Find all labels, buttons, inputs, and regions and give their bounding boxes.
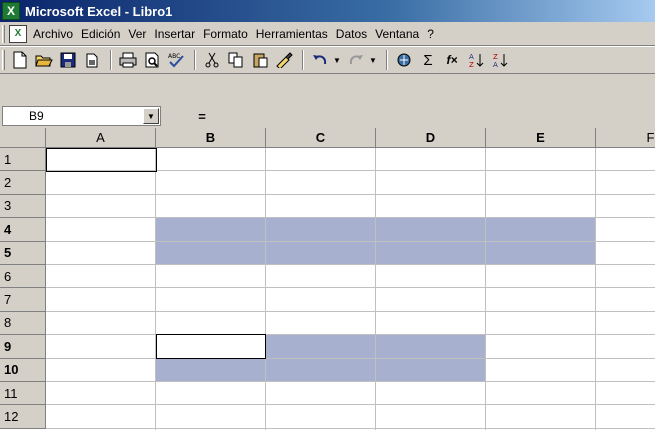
menu-ventana[interactable]: Ventana bbox=[375, 27, 419, 41]
svg-text:A: A bbox=[493, 61, 498, 68]
standard-toolbar: ABC ▼ ▼ Σ f× AZ ZA bbox=[0, 46, 655, 74]
column-header-f[interactable]: F bbox=[596, 128, 655, 148]
row-gridline bbox=[46, 217, 655, 219]
paste-icon[interactable] bbox=[249, 49, 271, 71]
row-gridline bbox=[46, 334, 655, 336]
svg-text:Z: Z bbox=[493, 53, 498, 61]
redo-dropdown-icon[interactable]: ▼ bbox=[369, 56, 379, 65]
open-icon[interactable] bbox=[33, 49, 55, 71]
row-header-10[interactable]: 10 bbox=[0, 358, 46, 382]
menu-datos[interactable]: Datos bbox=[336, 27, 367, 41]
name-box-value: B9 bbox=[29, 109, 44, 123]
column-header-b[interactable]: B bbox=[156, 128, 266, 148]
autosum-icon[interactable]: Σ bbox=[417, 49, 439, 71]
menubar-grip[interactable] bbox=[2, 24, 5, 43]
row-header-1[interactable]: 1 bbox=[0, 148, 46, 172]
row-header-8[interactable]: 8 bbox=[0, 311, 46, 336]
menu-insertar[interactable]: Insertar bbox=[154, 27, 195, 41]
title-bar: X Microsoft Excel - Libro1 bbox=[0, 0, 655, 22]
row-gridline bbox=[46, 427, 655, 429]
format-painter-icon[interactable] bbox=[273, 49, 295, 71]
excel-app-icon[interactable]: X bbox=[2, 2, 20, 20]
row-header-2[interactable]: 2 bbox=[0, 171, 46, 195]
row-header-7[interactable]: 7 bbox=[0, 288, 46, 312]
row-gridline bbox=[46, 287, 655, 289]
document-icon[interactable]: X bbox=[9, 24, 27, 43]
formula-input[interactable] bbox=[244, 106, 653, 126]
row-header-9[interactable]: 9 bbox=[0, 335, 46, 359]
row-header-5[interactable]: 5 bbox=[0, 241, 46, 265]
toolbar-separator bbox=[386, 50, 388, 70]
row-header-12[interactable]: 12 bbox=[0, 405, 46, 429]
active-cell-b9[interactable] bbox=[156, 334, 266, 359]
menu-herramientas[interactable]: Herramientas bbox=[256, 27, 328, 41]
new-icon[interactable] bbox=[9, 49, 31, 71]
toolbar-separator bbox=[194, 50, 196, 70]
row-header-6[interactable]: 6 bbox=[0, 265, 46, 289]
spelling-icon[interactable]: ABC bbox=[165, 49, 187, 71]
column-gridline bbox=[375, 148, 376, 430]
permission-icon[interactable] bbox=[81, 49, 103, 71]
svg-text:Z: Z bbox=[469, 61, 474, 68]
name-box-dropdown-icon[interactable]: ▼ bbox=[143, 108, 159, 124]
row-header-4[interactable]: 4 bbox=[0, 218, 46, 242]
hyperlink-icon[interactable] bbox=[393, 49, 415, 71]
row-gridline bbox=[46, 404, 655, 406]
svg-text:A: A bbox=[469, 53, 474, 61]
formula-equals-button[interactable]: = bbox=[162, 106, 242, 126]
menu-archivo[interactable]: Archivo bbox=[33, 27, 73, 41]
print-icon[interactable] bbox=[117, 49, 139, 71]
copy-icon[interactable] bbox=[225, 49, 247, 71]
toolbar-separator bbox=[302, 50, 304, 70]
window-title: Microsoft Excel - Libro1 bbox=[25, 3, 173, 19]
row-header-11[interactable]: 11 bbox=[0, 382, 46, 406]
worksheet-grid[interactable]: A B C D E F 1 2 3 4 5 6 7 8 9 10 11 12 bbox=[0, 128, 655, 430]
cut-icon[interactable] bbox=[201, 49, 223, 71]
column-header-a[interactable]: A bbox=[46, 128, 156, 148]
column-header-c[interactable]: C bbox=[266, 128, 376, 148]
row-header-3[interactable]: 3 bbox=[0, 194, 46, 219]
sort-ascending-icon[interactable]: AZ bbox=[465, 49, 487, 71]
menu-bar: X Archivo Edición Ver Insertar Formato H… bbox=[0, 22, 655, 46]
menu-formato[interactable]: Formato bbox=[203, 27, 248, 41]
toolbar-separator bbox=[110, 50, 112, 70]
column-gridline bbox=[265, 148, 266, 430]
select-all-corner[interactable] bbox=[0, 128, 46, 148]
row-gridline bbox=[46, 264, 655, 265]
menu-help[interactable]: ? bbox=[427, 27, 434, 41]
row-gridline bbox=[46, 310, 655, 312]
print-preview-icon[interactable] bbox=[141, 49, 163, 71]
row-gridline bbox=[46, 193, 655, 195]
column-gridline bbox=[155, 148, 156, 430]
sort-descending-icon[interactable]: ZA bbox=[489, 49, 511, 71]
svg-text:ABC: ABC bbox=[168, 53, 180, 60]
name-box[interactable]: B9 ▼ bbox=[2, 106, 161, 126]
column-gridline bbox=[595, 148, 596, 430]
menu-edicion[interactable]: Edición bbox=[81, 27, 120, 41]
column-header-e[interactable]: E bbox=[486, 128, 596, 148]
redo-icon[interactable] bbox=[345, 49, 367, 71]
save-icon[interactable] bbox=[57, 49, 79, 71]
row-gridline bbox=[46, 381, 655, 382]
row-gridline bbox=[46, 240, 655, 242]
function-icon[interactable]: f× bbox=[441, 49, 463, 71]
column-header-d[interactable]: D bbox=[376, 128, 486, 148]
column-gridline bbox=[485, 148, 486, 430]
undo-icon[interactable] bbox=[309, 49, 331, 71]
toolbar-grip[interactable] bbox=[2, 50, 5, 70]
undo-dropdown-icon[interactable]: ▼ bbox=[333, 56, 343, 65]
row-gridline bbox=[46, 357, 655, 359]
menu-ver[interactable]: Ver bbox=[128, 27, 146, 41]
cell-a1-outline[interactable] bbox=[46, 148, 157, 173]
